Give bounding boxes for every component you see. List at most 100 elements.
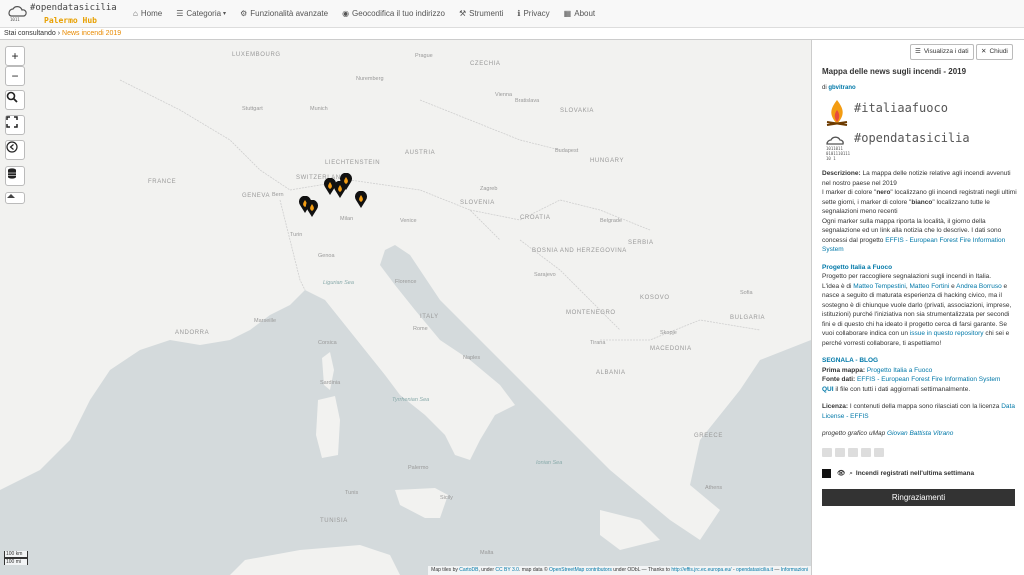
scale-km: 100 km: [4, 551, 28, 558]
map-place-label: Malta: [480, 550, 494, 556]
close-icon: ✕: [981, 48, 987, 56]
share-icons: [822, 448, 884, 457]
close-button[interactable]: ✕ Chiudi: [976, 44, 1013, 60]
attr-effis-link[interactable]: http://effis.jrc.ec.europa.eu/: [671, 567, 731, 573]
search-button[interactable]: [5, 90, 25, 110]
share-twitter-icon[interactable]: [822, 448, 832, 457]
segnala-blog-link[interactable]: SEGNALA - BLOG: [822, 357, 878, 364]
triangle-up-icon: [7, 194, 15, 198]
nav-about[interactable]: ▦ About: [557, 0, 602, 28]
share-email-icon[interactable]: [848, 448, 858, 457]
share-embed-icon[interactable]: [861, 448, 871, 457]
attr-dash: -: [732, 567, 735, 573]
attr-site-link[interactable]: opendatasicilia.it: [736, 567, 773, 573]
breadcrumb-separator: ›: [57, 30, 61, 37]
attr-info-link[interactable]: Informazioni: [781, 567, 808, 573]
nav-strumenti[interactable]: ⚒ Strumenti: [452, 0, 510, 28]
nav-categoria[interactable]: ☰ Categoria ▾: [169, 0, 233, 28]
zoom-out-button[interactable]: −: [5, 66, 25, 86]
layers-button[interactable]: [5, 166, 25, 186]
map-place-label: Genoa: [318, 253, 335, 259]
map-place-label: Milan: [340, 216, 354, 222]
map-place-label: SERBIA: [628, 240, 654, 246]
fonte-dati-link[interactable]: EFFIS - European Forest Fire Information…: [857, 376, 1000, 383]
project-title-link[interactable]: Progetto Italia a Fuoco: [822, 264, 892, 271]
credit-link[interactable]: Giovan Battista Vitrano: [887, 430, 953, 437]
attr-cc-link[interactable]: CC BY 3.0: [495, 567, 519, 573]
about-icon: ▦: [563, 9, 572, 18]
map-place-label: Nuremberg: [356, 76, 384, 82]
nav-home-label: Home: [140, 9, 163, 18]
brand-logo[interactable]: 1011 #opendatasicilia Palermo Hub: [0, 0, 126, 28]
share-button[interactable]: [5, 140, 25, 160]
attr-odbl: under ODbL — Thanks to: [613, 567, 670, 573]
prima-mappa-link[interactable]: Progetto Italia a Fuoco: [867, 367, 932, 374]
attr-osm-link[interactable]: OpenStreetMap contributors: [549, 567, 612, 573]
attr-carto-link[interactable]: CartoDB: [459, 567, 478, 573]
fullscreen-button[interactable]: [5, 115, 25, 135]
project-and: e: [951, 282, 955, 290]
fire-logo-icon: [826, 100, 848, 126]
issue-link[interactable]: issue in questo repository: [910, 330, 984, 337]
breadcrumb: Stai consultando › News incendi 2019: [0, 28, 1024, 40]
map-canvas[interactable]: LUXEMBOURG Prague Nuremberg CZECHIA Stuttgar…: [0, 40, 811, 575]
license-text: I contenuti della mappa sono rilasciati …: [849, 403, 1000, 410]
zoom-out-label: −: [11, 69, 19, 83]
map-place-label: BOSNIA AND HERZEGOVINA: [532, 248, 627, 254]
scale-mi: 100 mi: [4, 558, 28, 565]
view-data-button[interactable]: ☰ Visualizza i dati: [910, 44, 974, 60]
table-icon: ☰: [915, 48, 921, 56]
fire-marker[interactable]: [305, 200, 319, 218]
zoom-in-button[interactable]: +: [5, 46, 25, 66]
top-navbar: 1011 #opendatasicilia Palermo Hub ⌂ Home …: [0, 0, 1024, 28]
zoom-to-layer-icon[interactable]: ⌕: [849, 469, 853, 479]
fire-marker[interactable]: [354, 191, 368, 209]
nav-privacy-label: Privacy: [523, 9, 550, 18]
qui-link[interactable]: QUI: [822, 386, 834, 393]
nav-strumenti-label: Strumenti: [469, 9, 504, 18]
map-place-label: ITALY: [420, 314, 439, 320]
home-icon: ⌂: [133, 9, 138, 18]
map-place-label: Sardinia: [320, 380, 341, 386]
info-panel: ☰ Visualizza i dati ✕ Chiudi Mappa delle…: [811, 40, 1024, 575]
more-controls-toggle[interactable]: [5, 192, 25, 204]
map-place-label: Sicily: [440, 495, 453, 501]
nav-home[interactable]: ⌂ Home: [126, 0, 169, 28]
person-link-1[interactable]: Matteo Tempestini: [853, 283, 906, 290]
panel-description: Descrizione: La mappa delle notizie rela…: [822, 170, 1017, 437]
person-link-2[interactable]: Matteo Fortini: [910, 283, 950, 290]
map-place-label: ANDORRA: [175, 330, 210, 336]
map-place-label: Athens: [705, 485, 723, 491]
panel-author: di gbvitrano: [822, 84, 856, 94]
thanks-button[interactable]: Ringraziamenti: [822, 489, 1015, 506]
search-icon: [6, 91, 18, 103]
eye-icon[interactable]: 👁: [837, 469, 845, 479]
caret-down-icon: ▾: [223, 11, 227, 17]
person-link-3[interactable]: Andrea Borruso: [956, 283, 1002, 290]
map-place-label: Zagreb: [480, 186, 498, 192]
qui-text: il file con tutti i dati aggiornati sett…: [835, 385, 971, 393]
map-place-label: Budapest: [555, 148, 579, 154]
map-scale: 100 km 100 mi: [4, 551, 28, 565]
layer-color-swatch: [822, 469, 831, 479]
map-place-label: Prague: [415, 53, 433, 59]
fonte-dati-label: Fonte dati:: [822, 376, 856, 383]
map-place-label: Tirana: [590, 340, 606, 346]
map-place-label: Sarajevo: [534, 272, 556, 278]
nav-funzionalita[interactable]: ⚙ Funzionalità avanzate: [233, 0, 335, 28]
nav-geocodifica[interactable]: ◉ Geocodifica il tuo indirizzo: [335, 0, 452, 28]
map-place-label: MACEDONIA: [650, 346, 692, 352]
map-place-label: LUXEMBOURG: [232, 52, 281, 58]
fire-marker[interactable]: [339, 173, 353, 191]
map-place-label: Marseille: [254, 318, 277, 324]
map-place-label: Vienna: [495, 92, 513, 98]
tools-icon: ⚒: [458, 9, 467, 18]
nav-privacy[interactable]: ℹ Privacy: [510, 0, 556, 28]
author-link[interactable]: gbvitrano: [828, 85, 855, 91]
zoom-in-label: +: [11, 49, 19, 63]
brand-line1: #opendatasicilia: [30, 2, 117, 13]
layer-row: 👁 ⌕ Incendi registrati nell'ultima setti…: [822, 469, 974, 479]
share-facebook-icon[interactable]: [835, 448, 845, 457]
share-download-icon[interactable]: [874, 448, 884, 457]
breadcrumb-current[interactable]: News incendi 2019: [62, 30, 121, 37]
